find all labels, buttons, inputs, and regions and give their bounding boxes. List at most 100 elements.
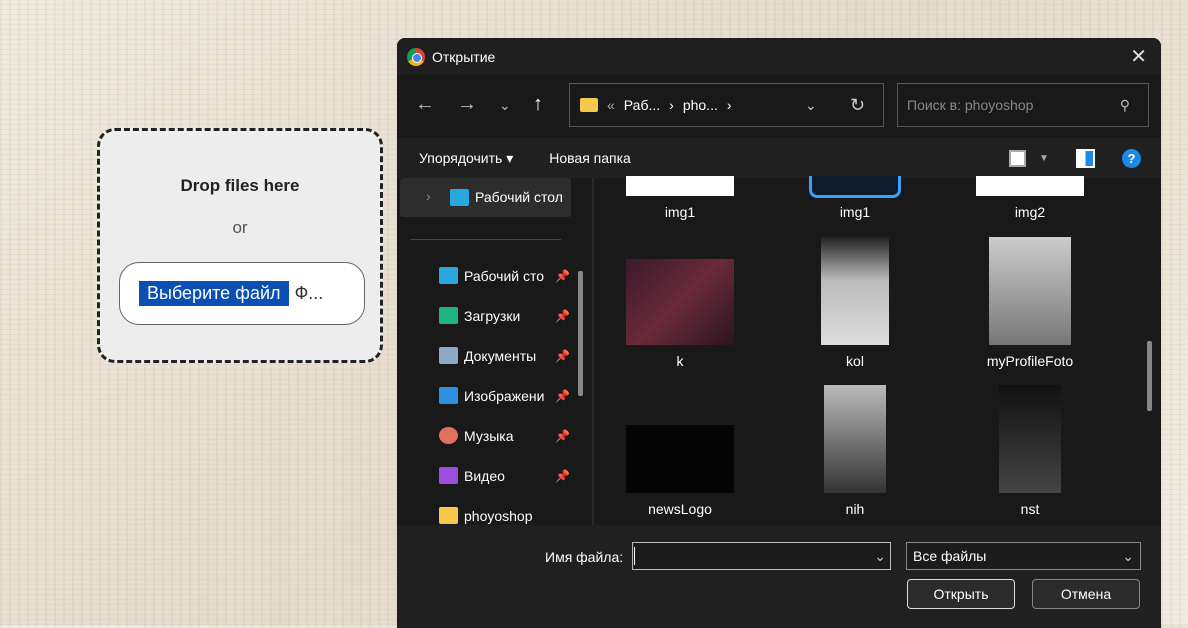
pin-icon[interactable]: 📌 <box>555 349 570 363</box>
pin-icon[interactable]: 📌 <box>555 389 570 403</box>
file-name-label[interactable]: nst <box>955 501 1105 517</box>
tree-item-label: Рабочий стол <box>475 189 563 205</box>
file-thumbnail[interactable] <box>626 425 734 493</box>
quick-access-item[interactable]: Изображени 📌 <box>439 387 574 404</box>
quick-access-label: phoyoshop <box>464 507 533 524</box>
content-area: › Рабочий стол Рабочий сто 📌 Загрузки 📌 Доку… <box>397 176 1161 525</box>
download-icon <box>439 307 458 324</box>
document-icon <box>439 347 458 364</box>
breadcrumb-desktop[interactable]: Раб... <box>624 97 660 113</box>
close-icon[interactable]: ✕ <box>1130 44 1147 69</box>
file-input[interactable]: Выберите файл Ф... <box>119 262 365 325</box>
pictures-icon <box>439 387 458 404</box>
dialog-footer: Имя файла: ⌄ Все файлы ⌄ Открыть Отмена <box>397 525 1161 628</box>
quick-access-item[interactable]: Загрузки 📌 <box>439 307 574 324</box>
open-button[interactable]: Открыть <box>907 579 1015 609</box>
file-name: Ф... <box>294 283 324 303</box>
dialog-title: Открытие <box>432 48 496 65</box>
file-name-label[interactable]: myProfileFoto <box>955 353 1105 369</box>
up-icon[interactable]: ↑ <box>533 93 543 116</box>
text-cursor <box>634 547 635 565</box>
quick-access-label: Музыка <box>464 427 514 444</box>
folder-icon <box>439 507 458 524</box>
search-icon: ⚲ <box>1119 96 1130 113</box>
pin-icon[interactable]: 📌 <box>555 269 570 283</box>
filename-label: Имя файла: <box>545 549 624 565</box>
file-thumbnail[interactable] <box>821 237 889 345</box>
view-icon[interactable] <box>1009 149 1026 167</box>
quick-access-item[interactable]: phoyoshop <box>439 507 574 524</box>
music-icon <box>439 427 458 444</box>
file-type-select[interactable]: Все файлы ⌄ <box>906 542 1141 570</box>
drop-or: or <box>232 218 248 237</box>
quick-access-item[interactable]: Музыка 📌 <box>439 427 574 444</box>
file-thumbnail[interactable] <box>824 385 886 493</box>
files-scrollbar[interactable] <box>1147 341 1152 411</box>
file-name-label[interactable]: img2 <box>955 204 1105 220</box>
quick-access-label: Видео <box>464 467 505 484</box>
new-folder-button[interactable]: Новая папка <box>549 150 631 166</box>
pin-icon[interactable]: 📌 <box>555 429 570 443</box>
desktop-icon <box>450 189 469 206</box>
file-name-label[interactable]: img1 <box>605 204 755 220</box>
file-name-label[interactable]: nih <box>780 501 930 517</box>
search-placeholder: Поиск в: phoyoshop <box>907 97 1034 113</box>
breadcrumb-sep: › <box>726 97 732 113</box>
file-type-value: Все файлы <box>913 548 987 564</box>
file-thumbnail[interactable] <box>809 176 901 198</box>
organize-button[interactable]: Упорядочить ▾ <box>419 150 513 167</box>
file-thumbnail[interactable] <box>626 176 734 196</box>
pin-icon[interactable]: 📌 <box>555 309 570 323</box>
cancel-button[interactable]: Отмена <box>1032 579 1140 609</box>
quick-access-label: Загрузки <box>464 307 521 324</box>
breadcrumb-sep: › <box>669 97 674 113</box>
desktop-icon <box>439 267 458 284</box>
forward-icon[interactable]: → <box>457 93 477 116</box>
filename-input[interactable]: ⌄ <box>632 542 891 570</box>
file-name-label[interactable]: img1 <box>780 204 930 220</box>
quick-access-item[interactable]: Рабочий сто 📌 <box>439 267 574 284</box>
pin-icon[interactable]: 📌 <box>555 469 570 483</box>
help-icon[interactable]: ? <box>1122 148 1141 168</box>
file-name-label[interactable]: k <box>605 353 755 369</box>
tree-item-desktop[interactable]: › Рабочий стол <box>400 178 571 217</box>
quick-access-item[interactable]: Документы 📌 <box>439 347 574 364</box>
filename-dropdown-icon[interactable]: ⌄ <box>874 548 886 565</box>
folder-icon <box>580 98 598 112</box>
refresh-icon[interactable]: ↻ <box>850 95 865 116</box>
sidebar-scrollbar[interactable] <box>578 271 583 396</box>
divider <box>410 239 561 240</box>
pane-splitter[interactable] <box>592 178 594 525</box>
video-icon <box>439 467 458 484</box>
view-dropdown-icon[interactable]: ▼ <box>1039 153 1049 164</box>
expand-chevron-icon[interactable]: › <box>426 188 431 204</box>
file-name-label[interactable]: newsLogo <box>605 501 755 517</box>
chrome-icon <box>407 47 425 66</box>
address-bar[interactable]: « Раб... › pho... › ⌄ ↻ <box>569 83 884 127</box>
open-file-dialog: Открытие ✕ ← → ⌄ ↑ « Раб... › pho... › ⌄… <box>397 38 1161 628</box>
choose-file-button[interactable]: Выберите файл <box>139 281 289 306</box>
drop-zone[interactable]: Drop files here or Выберите файл Ф... <box>97 128 383 363</box>
file-name-label[interactable]: kol <box>780 353 930 369</box>
drop-title: Drop files here <box>180 176 300 195</box>
quick-access-item[interactable]: Видео 📌 <box>439 467 574 484</box>
file-thumbnail[interactable] <box>976 176 1084 196</box>
breadcrumb-folder[interactable]: pho... <box>683 97 718 113</box>
quick-access-label: Изображени <box>464 387 545 404</box>
title-bar: Открытие ✕ <box>397 38 1161 75</box>
back-icon[interactable]: ← <box>415 93 435 116</box>
preview-pane-icon[interactable] <box>1076 148 1095 168</box>
navigation-pane: › Рабочий стол Рабочий сто 📌 Загрузки 📌 Доку… <box>397 178 594 525</box>
nav-bar: ← → ⌄ ↑ « Раб... › pho... › ⌄ ↻ Поиск в:… <box>397 75 1161 138</box>
recent-chevron-icon[interactable]: ⌄ <box>499 97 511 114</box>
file-thumbnail[interactable] <box>626 259 734 345</box>
quick-access-label: Документы <box>464 347 537 364</box>
search-input[interactable]: Поиск в: phoyoshop ⚲ <box>897 83 1149 127</box>
address-dropdown-icon[interactable]: ⌄ <box>805 97 817 114</box>
toolbar: Упорядочить ▾ Новая папка ▼ ? <box>397 138 1161 178</box>
quick-access-label: Рабочий сто <box>464 267 545 284</box>
breadcrumb-overflow[interactable]: « <box>607 97 615 113</box>
file-type-dropdown-icon[interactable]: ⌄ <box>1122 548 1134 565</box>
file-thumbnail[interactable] <box>999 385 1061 493</box>
file-thumbnail[interactable] <box>989 237 1071 345</box>
